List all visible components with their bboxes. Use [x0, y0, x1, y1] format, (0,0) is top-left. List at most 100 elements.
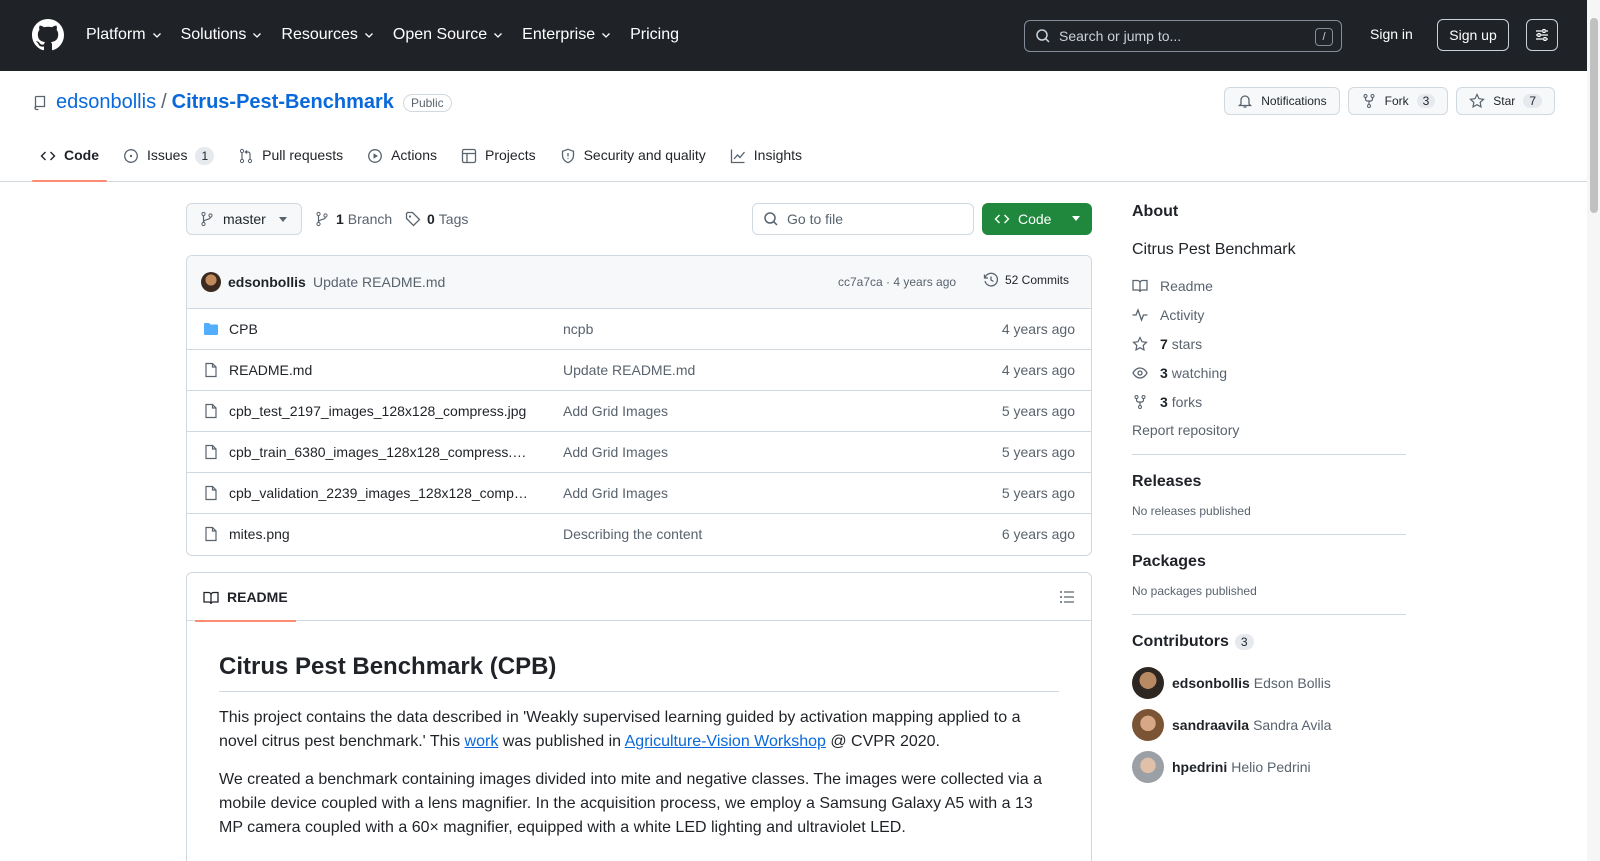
- file-age: 5 years ago: [1001, 485, 1075, 501]
- fork-button[interactable]: Fork 3: [1347, 87, 1449, 115]
- sign-up-button[interactable]: Sign up: [1437, 19, 1509, 51]
- file-row[interactable]: cpb_validation_2239_images_128x128_compr…: [187, 473, 1091, 514]
- file-name[interactable]: cpb_validation_2239_images_128x128_compr…: [229, 485, 529, 501]
- list-unordered-icon[interactable]: [1059, 589, 1075, 605]
- file-commit-message[interactable]: Add Grid Images: [563, 485, 668, 501]
- nav-label: Solutions: [180, 26, 247, 43]
- tab-insights[interactable]: Insights: [722, 141, 810, 182]
- avatar[interactable]: [1132, 667, 1164, 699]
- file-commit-message[interactable]: Update README.md: [563, 362, 695, 378]
- packages-section: Packages No packages published: [1132, 535, 1406, 598]
- contributor-login[interactable]: sandraavila: [1172, 717, 1249, 733]
- sign-in-link[interactable]: Sign in: [1370, 26, 1413, 42]
- stars-link[interactable]: 7 stars: [1132, 335, 1406, 352]
- tags-link[interactable]: 0 Tags: [405, 211, 468, 227]
- tab-issues[interactable]: Issues 1: [115, 141, 222, 182]
- file-name[interactable]: mites.png: [229, 526, 529, 542]
- file-commit-message[interactable]: Add Grid Images: [563, 403, 668, 419]
- nav-enterprise[interactable]: Enterprise: [522, 24, 612, 46]
- forks-label: forks: [1171, 393, 1203, 410]
- code-icon: [994, 214, 1010, 224]
- contributor-row[interactable]: edsonbollis Edson Bollis: [1132, 667, 1406, 699]
- nav-solutions[interactable]: Solutions: [181, 24, 264, 46]
- file-commit-message[interactable]: ncpb: [563, 321, 593, 337]
- tab-label: Actions: [391, 147, 438, 163]
- tab-projects[interactable]: Projects: [453, 141, 544, 182]
- file-icon: [205, 444, 217, 460]
- fork-icon: [1363, 94, 1375, 108]
- scrollbar-thumb[interactable]: [1590, 18, 1598, 213]
- go-to-file-input[interactable]: Go to file: [752, 203, 974, 235]
- activity-link[interactable]: Activity: [1132, 306, 1406, 323]
- contributor-row[interactable]: hpedrini Helio Pedrini: [1132, 751, 1406, 783]
- settings-menu-button[interactable]: [1526, 19, 1558, 51]
- contributors-heading[interactable]: Contributors 3: [1132, 633, 1406, 651]
- tag-icon: [405, 211, 421, 227]
- avatar[interactable]: [1132, 709, 1164, 741]
- branches-link[interactable]: 1 Branch: [314, 211, 392, 227]
- contributor-login[interactable]: hpedrini: [1172, 759, 1227, 775]
- file-row[interactable]: mites.png Describing the content 6 years…: [187, 514, 1091, 555]
- tag-count: 0: [427, 211, 435, 227]
- contributors-count: 3: [1234, 634, 1254, 650]
- file-commit-message[interactable]: Describing the content: [563, 526, 702, 542]
- forks-link[interactable]: 3 forks: [1132, 393, 1406, 410]
- tab-actions[interactable]: Actions: [359, 141, 445, 182]
- notifications-button[interactable]: Notifications: [1224, 87, 1340, 115]
- tab-label: Projects: [485, 147, 536, 163]
- file-name[interactable]: cpb_train_6380_images_128x128_compress.j…: [229, 444, 529, 460]
- pull-request-icon: [240, 148, 253, 164]
- file-row[interactable]: README.md Update README.md 4 years ago: [187, 350, 1091, 391]
- nav-open-source[interactable]: Open Source: [393, 24, 504, 46]
- repo-name-link[interactable]: Citrus-Pest-Benchmark: [172, 91, 394, 114]
- releases-heading[interactable]: Releases: [1132, 473, 1406, 491]
- nav-platform[interactable]: Platform: [86, 24, 163, 46]
- avatar[interactable]: [1132, 751, 1164, 783]
- commit-author[interactable]: edsonbollis: [228, 274, 306, 290]
- readme-tab[interactable]: README: [195, 573, 296, 622]
- tab-security[interactable]: Security and quality: [552, 141, 714, 182]
- nav-resources[interactable]: Resources: [281, 24, 374, 46]
- book-icon: [1132, 279, 1148, 292]
- branch-icon: [316, 211, 328, 227]
- readme-link[interactable]: Readme: [1132, 277, 1406, 294]
- readme-header: README: [187, 573, 1091, 622]
- commits-link[interactable]: 52 Commits: [983, 272, 1069, 288]
- repo-owner-link[interactable]: edsonbollis: [56, 91, 156, 114]
- repo-icon: [34, 95, 46, 110]
- file-row[interactable]: cpb_test_2197_images_128x128_compress.jp…: [187, 391, 1091, 432]
- file-commit-message[interactable]: Add Grid Images: [563, 444, 668, 460]
- search-input[interactable]: Search or jump to... /: [1024, 20, 1342, 52]
- file-age: 6 years ago: [1001, 526, 1075, 542]
- code-download-button[interactable]: Code: [982, 203, 1092, 235]
- tab-label: Insights: [753, 147, 803, 163]
- readme-text: @ CVPR 2020.: [825, 733, 940, 750]
- file-row[interactable]: CPB ncpb 4 years ago: [187, 309, 1091, 350]
- repo-description: Citrus Pest Benchmark: [1132, 241, 1296, 258]
- commit-sha-age[interactable]: cc7a7ca · 4 years ago: [838, 275, 956, 289]
- file-name[interactable]: README.md: [229, 362, 529, 378]
- contributor-row[interactable]: sandraavila Sandra Avila: [1132, 709, 1406, 741]
- file-age: 5 years ago: [1001, 444, 1075, 460]
- report-repository-link[interactable]: Report repository: [1132, 422, 1406, 438]
- file-name[interactable]: CPB: [229, 321, 529, 337]
- workshop-link[interactable]: Agriculture-Vision Workshop: [625, 733, 826, 750]
- tab-code[interactable]: Code: [32, 141, 107, 182]
- commit-message[interactable]: Update README.md: [313, 274, 445, 290]
- file-row[interactable]: cpb_train_6380_images_128x128_compress.j…: [187, 432, 1091, 473]
- fork-count: 3: [1416, 94, 1436, 108]
- nav-label: Open Source: [392, 26, 488, 43]
- work-link[interactable]: work: [465, 733, 499, 750]
- avatar[interactable]: [201, 272, 221, 292]
- repository-header: edsonbollis / Citrus-Pest-Benchmark Publ…: [0, 71, 1600, 182]
- branch-selector[interactable]: master: [186, 203, 302, 235]
- watchers-link[interactable]: 3 watching: [1132, 364, 1406, 381]
- star-button[interactable]: Star 7: [1456, 87, 1555, 115]
- nav-pricing[interactable]: Pricing: [630, 24, 679, 46]
- repo-title: edsonbollis / Citrus-Pest-Benchmark Publ…: [32, 91, 452, 114]
- file-name[interactable]: cpb_test_2197_images_128x128_compress.jp…: [229, 403, 529, 419]
- tab-pull-requests[interactable]: Pull requests: [230, 141, 351, 182]
- packages-heading[interactable]: Packages: [1132, 553, 1406, 571]
- contributor-login[interactable]: edsonbollis: [1172, 675, 1250, 691]
- github-logo-icon[interactable]: [32, 19, 64, 51]
